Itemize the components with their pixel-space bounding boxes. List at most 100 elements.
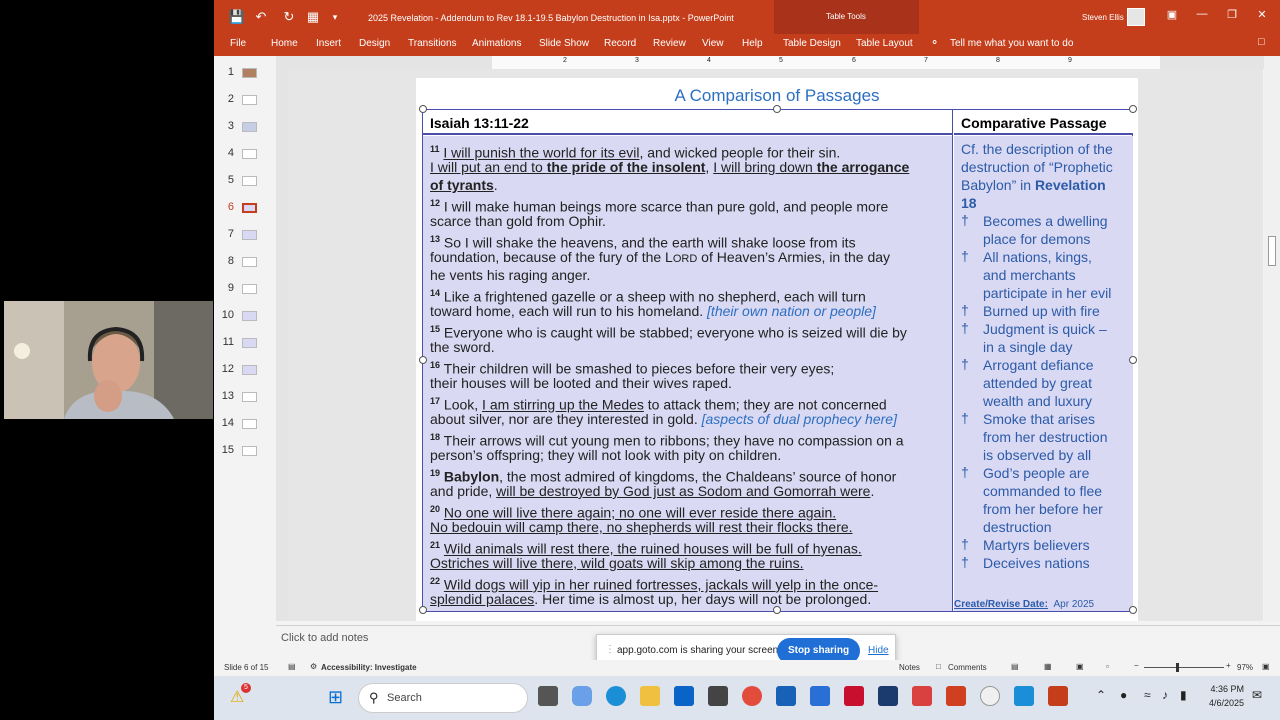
comments-button[interactable]: Comments xyxy=(948,663,987,672)
app-icon-4[interactable] xyxy=(946,686,966,706)
app-icon-2[interactable] xyxy=(878,686,898,706)
close-icon[interactable]: ✕ xyxy=(1252,8,1272,21)
comparison-table[interactable]: Isaiah 13:11-22 11 I will punish the wor… xyxy=(422,109,1133,612)
maximize-icon[interactable]: ❐ xyxy=(1222,8,1242,21)
comparative-header[interactable]: Comparative Passage xyxy=(954,110,1133,135)
drag-handle-icon[interactable]: ⋮ xyxy=(605,644,615,655)
thumbnail-4[interactable]: 4 xyxy=(214,143,276,165)
thumbnail-13[interactable]: 13 xyxy=(214,386,276,408)
thumbnail-12[interactable]: 12 xyxy=(214,359,276,381)
thumbnail-7[interactable]: 7 xyxy=(214,224,276,246)
taskbar-search[interactable]: ⚲ Search xyxy=(358,683,528,713)
thumbnail-15[interactable]: 15 xyxy=(214,440,276,462)
app-icon-3[interactable] xyxy=(912,686,932,706)
resize-handle-b[interactable] xyxy=(773,606,781,614)
outlook-icon[interactable] xyxy=(674,686,694,706)
notification-icon[interactable]: ✉ xyxy=(1252,688,1262,702)
tab-design[interactable]: Design xyxy=(359,38,390,49)
tab-slide-show[interactable]: Slide Show xyxy=(539,38,589,49)
customize-qat-icon[interactable]: ▾ xyxy=(326,9,344,25)
resize-handle-br[interactable] xyxy=(1129,606,1137,614)
chrome-icon[interactable] xyxy=(742,686,762,706)
tab-animations[interactable]: Animations xyxy=(472,38,521,49)
app-icon-5[interactable] xyxy=(980,686,1000,706)
start-icon[interactable]: ⊞ xyxy=(328,687,343,708)
notes-button[interactable]: Notes xyxy=(899,663,920,672)
resize-handle-tr[interactable] xyxy=(1129,105,1137,113)
minimize-icon[interactable]: — xyxy=(1192,8,1212,20)
spelling-icon[interactable]: ▤ xyxy=(288,662,296,671)
reading-view-icon[interactable]: ▣ xyxy=(1076,662,1084,671)
resize-handle-bl[interactable] xyxy=(419,606,427,614)
file-explorer-icon[interactable] xyxy=(640,686,660,706)
resize-handle-r[interactable] xyxy=(1129,356,1137,364)
thumbnail-1[interactable]: 1 xyxy=(214,62,276,84)
vertical-scrollbar[interactable] xyxy=(1264,56,1280,621)
task-view-icon[interactable] xyxy=(538,686,558,706)
slide[interactable]: A Comparison of Passages Isaiah 13:11-22… xyxy=(416,78,1138,621)
tell-me-search[interactable]: Tell me what you want to do xyxy=(950,38,1073,49)
thumbnail-6[interactable]: 6 xyxy=(214,197,276,219)
notes-placeholder[interactable]: Click to add notes xyxy=(281,632,368,644)
thumbnail-10[interactable]: 10 xyxy=(214,305,276,327)
outlook-new-icon[interactable] xyxy=(776,686,796,706)
comparative-passage[interactable]: Cf. the description of the destruction o… xyxy=(954,136,1133,611)
start-from-beginning-icon[interactable]: ▦ xyxy=(304,9,322,25)
tab-insert[interactable]: Insert xyxy=(316,38,341,49)
tab-view[interactable]: View xyxy=(702,38,724,49)
wifi-icon[interactable]: ≈ xyxy=(1144,688,1151,702)
volume-icon[interactable]: ♪ xyxy=(1162,688,1168,702)
tab-table-layout[interactable]: Table Layout xyxy=(856,38,913,49)
tray-chevron-icon[interactable]: ⌃ xyxy=(1096,688,1106,702)
store-icon[interactable] xyxy=(708,686,728,706)
clock-time[interactable]: 4:36 PM xyxy=(1204,684,1244,694)
clock-date[interactable]: 4/6/2025 xyxy=(1204,698,1244,708)
zoom-slider[interactable] xyxy=(1144,667,1224,668)
thumbnail-2[interactable]: 2 xyxy=(214,89,276,111)
powerpoint-icon[interactable] xyxy=(1048,686,1068,706)
thumbnail-8[interactable]: 8 xyxy=(214,251,276,273)
app-icon-1[interactable] xyxy=(810,686,830,706)
accessibility-icon[interactable]: ⚙ xyxy=(310,662,317,671)
redo-icon[interactable]: ↻ xyxy=(280,9,298,25)
comments-status-icon[interactable]: □ xyxy=(936,662,941,671)
zoom-out-icon[interactable]: − xyxy=(1134,661,1139,670)
user-name[interactable]: Steven Ellis xyxy=(1082,13,1124,22)
thumbnail-5[interactable]: 5 xyxy=(214,170,276,192)
comments-icon[interactable]: □ xyxy=(1258,36,1265,48)
tab-help[interactable]: Help xyxy=(742,38,763,49)
microphone-icon[interactable]: ● xyxy=(1120,688,1127,702)
zoom-slider-thumb[interactable] xyxy=(1176,663,1179,672)
thumbnail-14[interactable]: 14 xyxy=(214,413,276,435)
undo-icon[interactable]: ↶ xyxy=(252,9,270,25)
edge-icon[interactable] xyxy=(606,686,626,706)
fit-slide-icon[interactable]: ▣ xyxy=(1262,662,1270,671)
normal-view-icon[interactable]: ▤ xyxy=(1011,662,1019,671)
tab-record[interactable]: Record xyxy=(604,38,636,49)
tab-transitions[interactable]: Transitions xyxy=(408,38,457,49)
copilot-icon[interactable] xyxy=(572,686,592,706)
app-icon-6[interactable] xyxy=(1014,686,1034,706)
tab-review[interactable]: Review xyxy=(653,38,686,49)
thumbnail-9[interactable]: 9 xyxy=(214,278,276,300)
acrobat-icon[interactable] xyxy=(844,686,864,706)
zoom-level[interactable]: 97% xyxy=(1237,663,1253,672)
tab-table-design[interactable]: Table Design xyxy=(783,38,841,49)
thumbnail-11[interactable]: 11 xyxy=(214,332,276,354)
ribbon-display-icon[interactable]: ▣ xyxy=(1162,8,1182,21)
resize-handle-tl[interactable] xyxy=(419,105,427,113)
thumbnail-3[interactable]: 3 xyxy=(214,116,276,138)
scroll-thumb[interactable] xyxy=(1268,236,1276,266)
slide-title[interactable]: A Comparison of Passages xyxy=(416,86,1138,106)
slide-sorter-icon[interactable]: ▦ xyxy=(1044,662,1052,671)
avatar[interactable] xyxy=(1127,8,1145,26)
slideshow-icon[interactable]: ▫ xyxy=(1106,662,1109,671)
accessibility-status[interactable]: Accessibility: Investigate xyxy=(321,663,417,672)
tab-home[interactable]: Home xyxy=(271,38,298,49)
zoom-in-icon[interactable]: + xyxy=(1226,661,1231,670)
hide-link[interactable]: Hide xyxy=(868,645,889,656)
resize-handle-t[interactable] xyxy=(773,105,781,113)
save-icon[interactable]: 💾 xyxy=(228,9,246,25)
resize-handle-l[interactable] xyxy=(419,356,427,364)
isaiah-header[interactable]: Isaiah 13:11-22 xyxy=(423,110,952,135)
